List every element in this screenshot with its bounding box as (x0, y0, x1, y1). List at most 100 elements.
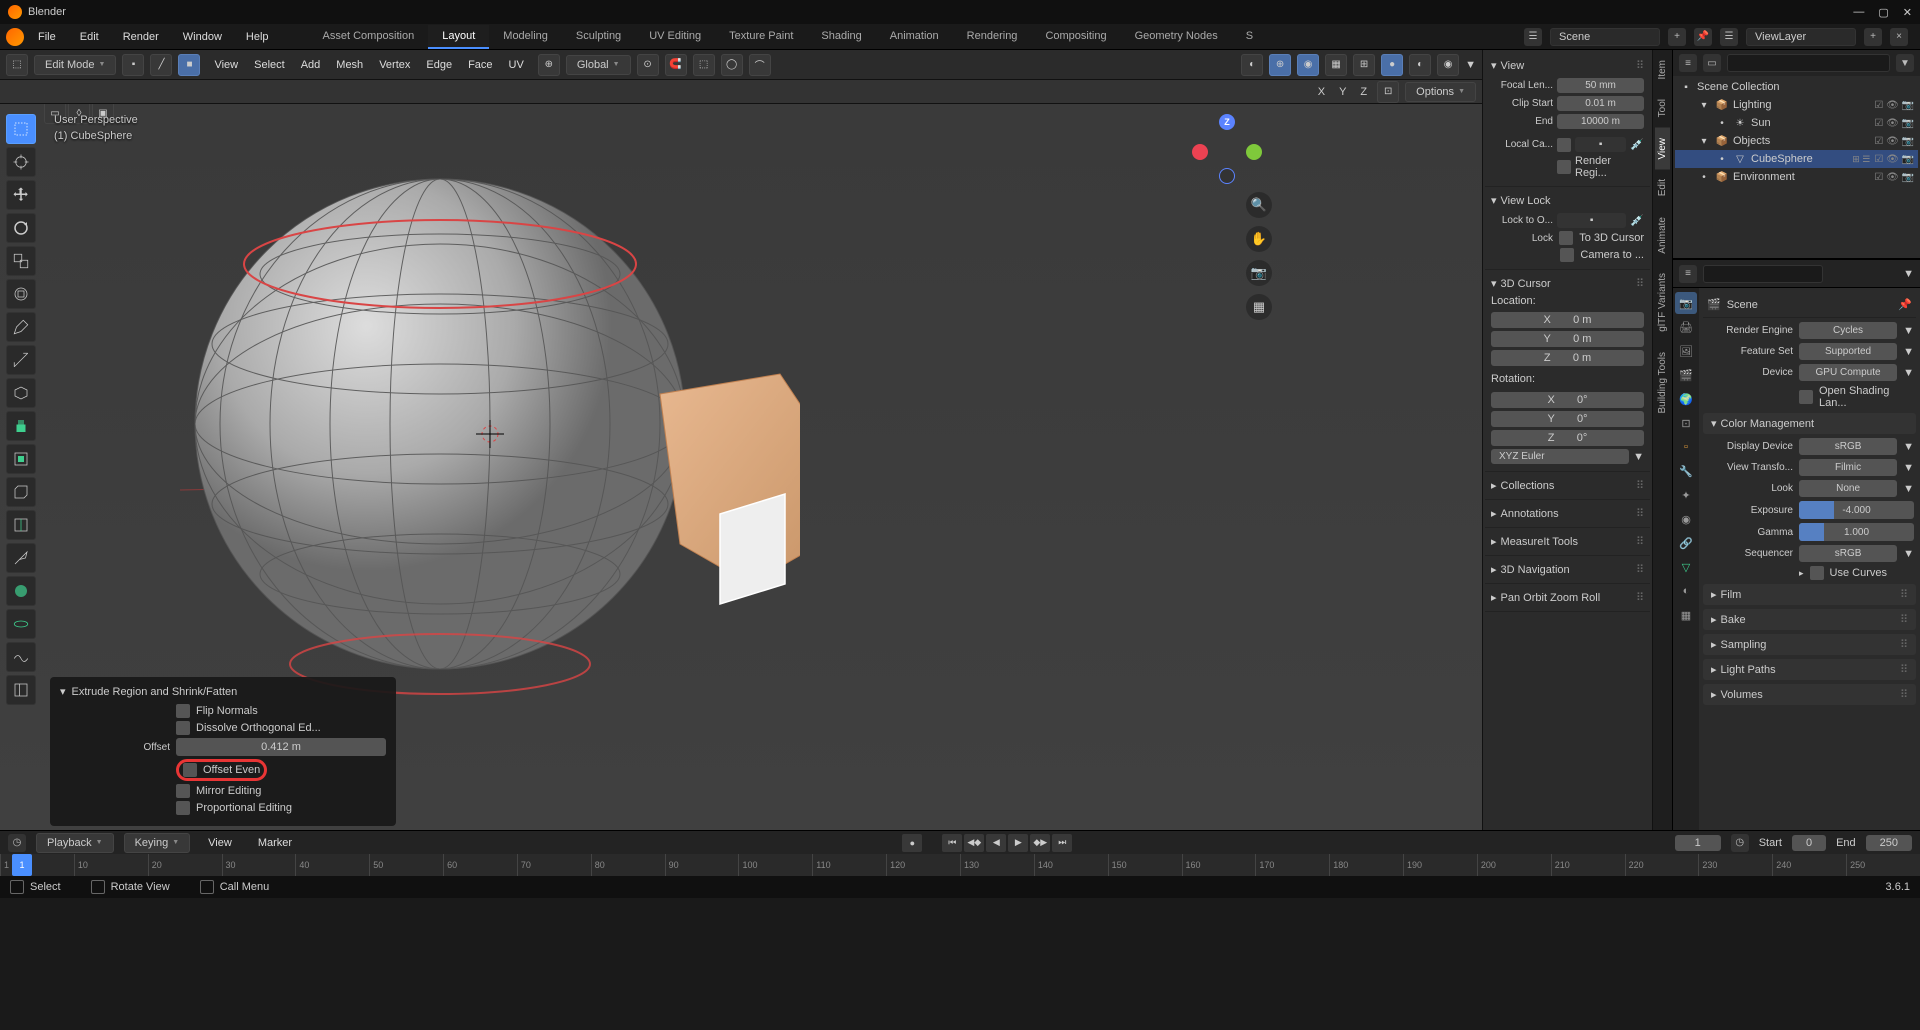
gizmo-toggle-icon[interactable]: ⊕ (1269, 54, 1291, 76)
add-cube-tool[interactable] (6, 378, 36, 408)
pan-icon[interactable]: ✋ (1246, 226, 1272, 252)
proportional-falloff-icon[interactable]: ⌒ (749, 54, 771, 76)
outliner-display-icon[interactable]: ▭ (1703, 54, 1721, 72)
operator-panel-header[interactable]: ▾Extrude Region and Shrink/Fatten (60, 685, 386, 698)
select-box-tool[interactable] (6, 114, 36, 144)
display-device-dropdown[interactable]: sRGB (1799, 438, 1897, 455)
render-props-tab[interactable]: 📷 (1675, 292, 1697, 314)
scene-browse-icon[interactable]: ☰ (1524, 28, 1542, 46)
scene-new-icon[interactable]: + (1668, 28, 1686, 46)
header-menu-view[interactable]: View (206, 55, 246, 75)
local-camera-checkbox[interactable] (1557, 138, 1571, 152)
workspace-tab-modeling[interactable]: Modeling (489, 25, 562, 49)
npanel-tab-gltf-variants[interactable]: glTF Variants (1655, 263, 1670, 342)
shading-solid-icon[interactable]: ● (1381, 54, 1403, 76)
pin-icon[interactable]: 📌 (1898, 298, 1912, 311)
mode-dropdown[interactable]: Edit Mode▼ (34, 55, 116, 75)
inset-tool[interactable] (6, 444, 36, 474)
render-engine-dropdown[interactable]: Cycles (1799, 322, 1897, 339)
flip-normals-checkbox[interactable] (176, 704, 190, 718)
loopcut-tool[interactable] (6, 510, 36, 540)
feature-set-dropdown[interactable]: Supported (1799, 343, 1897, 360)
shading-wire-icon[interactable]: ⊞ (1353, 54, 1375, 76)
eyedropper2-icon[interactable]: 💉 (1630, 214, 1644, 227)
edge-select-icon[interactable]: ╱ (150, 54, 172, 76)
menu-file[interactable]: File (28, 27, 66, 47)
constraint-props-tab[interactable]: 🔗 (1675, 532, 1697, 554)
lock-to-field[interactable]: ▪ (1557, 213, 1626, 228)
workspace-tab-compositing[interactable]: Compositing (1031, 25, 1120, 49)
material-props-tab[interactable]: ◐ (1675, 580, 1697, 602)
header-menu-add[interactable]: Add (293, 55, 329, 75)
x-axis-toggle[interactable]: X (1314, 86, 1329, 98)
move-tool[interactable] (6, 180, 36, 210)
props-light-paths[interactable]: ▸Light Paths⠿ (1703, 659, 1916, 680)
timeline-marker-menu[interactable]: Marker (250, 833, 300, 853)
props-volumes[interactable]: ▸Volumes⠿ (1703, 684, 1916, 705)
proportional-checkbox[interactable] (176, 801, 190, 815)
look-dropdown[interactable]: None (1799, 480, 1897, 497)
annotate-tool[interactable] (6, 312, 36, 342)
start-frame-field[interactable]: 0 (1792, 835, 1826, 851)
outliner-objects[interactable]: ▾📦Objects☑ 👁 📷 (1675, 132, 1918, 150)
use-curves-checkbox[interactable] (1810, 566, 1824, 580)
outliner-sun[interactable]: •☀Sun☑ 👁 📷 (1675, 114, 1918, 132)
spin-tool[interactable] (6, 609, 36, 639)
playback-menu[interactable]: Playback▼ (36, 833, 114, 853)
outliner-lighting[interactable]: ▾📦Lighting☑ 👁 📷 (1675, 96, 1918, 114)
menu-window[interactable]: Window (173, 27, 232, 47)
header-menu-vertex[interactable]: Vertex (371, 55, 418, 75)
perspective-toggle-icon[interactable]: ▦ (1246, 294, 1272, 320)
layer-browse-icon[interactable]: ☰ (1720, 28, 1738, 46)
npanel-tab-view[interactable]: View (1655, 128, 1670, 170)
workspace-tab-rendering[interactable]: Rendering (953, 25, 1032, 49)
timeline-playhead[interactable]: 1 (12, 854, 32, 876)
bevel-tool[interactable] (6, 477, 36, 507)
clip-start-field[interactable]: 0.01 m (1557, 96, 1644, 111)
cursor-loc-y[interactable]: Y 0 m (1491, 331, 1644, 347)
shading-matprev-icon[interactable]: ◐ (1409, 54, 1431, 76)
props-film[interactable]: ▸Film⠿ (1703, 584, 1916, 605)
edgeslide-tool[interactable] (6, 675, 36, 705)
3d-cursor-header[interactable]: ▾3D Cursor⠿ (1491, 274, 1644, 293)
output-props-tab[interactable]: 🖨 (1675, 316, 1697, 338)
jump-end-icon[interactable]: ⏭ (1052, 834, 1072, 852)
mirror-checkbox[interactable] (176, 784, 190, 798)
transform-tool[interactable] (6, 279, 36, 309)
end-frame-field[interactable]: 250 (1866, 835, 1912, 851)
vertex-select-icon[interactable]: ▪ (122, 54, 144, 76)
color-mgmt-header[interactable]: ▾Color Management (1703, 413, 1916, 434)
cursor-tool[interactable] (6, 147, 36, 177)
play-icon[interactable]: ▶ (1008, 834, 1028, 852)
editor-type-icon[interactable]: ⬚ (6, 54, 28, 76)
scene-breadcrumb[interactable]: Scene (1727, 299, 1758, 311)
layer-remove-icon[interactable]: × (1890, 28, 1908, 46)
keyframe-prev-icon[interactable]: ◀◆ (964, 834, 984, 852)
pivot-icon[interactable]: ⊙ (637, 54, 659, 76)
view-transform-dropdown[interactable]: Filmic (1799, 459, 1897, 476)
cursor-loc-x[interactable]: X 0 m (1491, 312, 1644, 328)
outliner-filter-icon[interactable]: ▼ (1896, 54, 1914, 72)
scene-name-field[interactable]: Scene (1550, 28, 1660, 46)
workspace-tab-geometry-nodes[interactable]: Geometry Nodes (1121, 25, 1232, 49)
workspace-tab-sculpting[interactable]: Sculpting (562, 25, 635, 49)
timeline-ruler[interactable]: 1 11020304050607080901001101201301401501… (0, 854, 1920, 876)
local-camera-field[interactable]: ▪ (1575, 137, 1626, 152)
header-menu-select[interactable]: Select (246, 55, 293, 75)
modifier-props-tab[interactable]: 🔧 (1675, 460, 1697, 482)
header-menu-face[interactable]: Face (460, 55, 500, 75)
npanel-tab-item[interactable]: Item (1655, 50, 1670, 89)
workspace-tab-layout[interactable]: Layout (428, 25, 489, 49)
panel-collections[interactable]: ▸Collections⠿ (1491, 476, 1644, 495)
zoom-icon[interactable]: 🔍 (1246, 192, 1272, 218)
menu-render[interactable]: Render (113, 27, 169, 47)
osl-checkbox[interactable] (1799, 390, 1813, 404)
workspace-tab-s[interactable]: S (1232, 25, 1267, 49)
device-dropdown[interactable]: GPU Compute (1799, 364, 1897, 381)
panel-annotations[interactable]: ▸Annotations⠿ (1491, 504, 1644, 523)
props-type-icon[interactable]: ≡ (1679, 265, 1697, 283)
scene-collection-row[interactable]: ▪Scene Collection (1675, 78, 1918, 96)
view-panel-header[interactable]: ▾View⠿ (1491, 56, 1644, 75)
options-dropdown[interactable]: Options▼ (1405, 82, 1476, 102)
cursor-rot-z[interactable]: Z 0° (1491, 430, 1644, 446)
